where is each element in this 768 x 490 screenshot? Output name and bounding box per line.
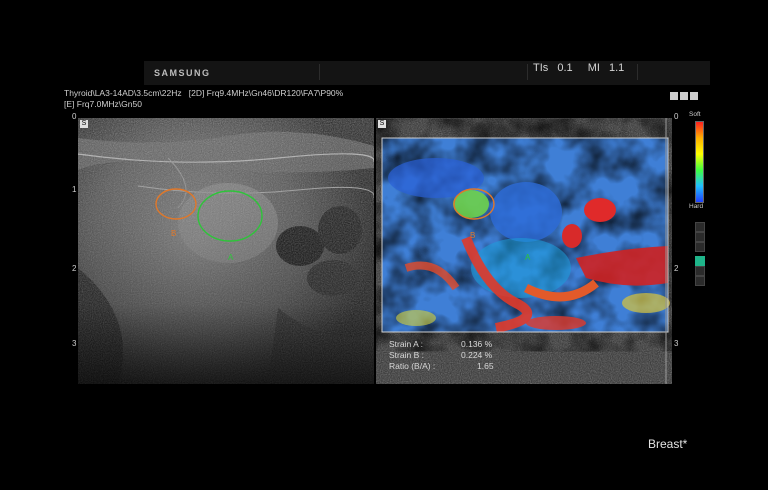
mi-value: 1.1	[609, 62, 625, 74]
strain-b-value: 0.224 %	[461, 350, 493, 360]
strain-a-row: Strain A : 0.136 %	[389, 339, 492, 349]
strain-b-label: Strain B :	[389, 350, 424, 360]
quality-level-indicator	[695, 242, 705, 252]
quality-level-indicator-active	[695, 256, 705, 266]
caption-text: Breast*	[648, 437, 688, 451]
depth-label: 2	[674, 264, 679, 273]
header-divider	[527, 64, 528, 80]
elasticity-color-scale	[695, 121, 704, 203]
ratio-row: Ratio (B/A) : 1.65	[389, 361, 494, 371]
strain-a-value: 0.136 %	[461, 339, 493, 349]
quality-level-indicator	[695, 222, 705, 232]
brand-logo: SAMSUNG	[154, 68, 211, 78]
depth-label: 3	[72, 339, 77, 348]
panel-marker: S	[378, 120, 386, 128]
settings-icon[interactable]	[690, 92, 698, 100]
image-icon[interactable]	[670, 92, 678, 100]
strain-a-label: Strain A :	[389, 339, 424, 349]
header-bar	[144, 61, 710, 85]
panel-marker: S	[80, 120, 88, 128]
quality-level-indicator	[695, 232, 705, 242]
safety-indices: TIs 0.1 MI 1.1	[533, 62, 624, 74]
legend-hard-label: Hard	[689, 203, 704, 210]
ratio-label: Ratio (B/A) :	[389, 361, 436, 371]
acquisition-info-line2: [E] Frq7.0MHz\Gn50	[64, 99, 142, 109]
roi-b-label: B	[171, 229, 177, 238]
quality-level-indicator	[695, 276, 705, 286]
ratio-value: 1.65	[477, 361, 494, 371]
roi-a-label: A	[228, 253, 234, 262]
depth-label: 1	[72, 185, 77, 194]
legend-soft-label: Soft	[689, 111, 701, 118]
bmode-image	[77, 118, 375, 384]
probe-info: Thyroid\LA3-14AD\3.5cm\22Hz	[64, 88, 182, 98]
quality-level-indicator	[695, 266, 705, 276]
toolbar-icons	[670, 92, 698, 100]
depth-label: 0	[674, 112, 679, 121]
tis-label: TIs	[533, 62, 549, 74]
header-divider	[637, 64, 638, 80]
mode-info: [2D] Frq9.4MHz\Gn46\DR120\FA7\P90%	[188, 88, 344, 98]
bmode-image-panel[interactable]	[77, 118, 375, 384]
roi-b-label: B	[470, 231, 476, 240]
tis-value: 0.1	[557, 62, 573, 74]
depth-label: 3	[674, 339, 679, 348]
strain-b-row: Strain B : 0.224 %	[389, 350, 492, 360]
acquisition-info-line1: Thyroid\LA3-14AD\3.5cm\22Hz [2D] Frq9.4M…	[64, 88, 343, 98]
depth-label: 0	[72, 112, 77, 121]
roi-a-label: A	[525, 253, 531, 262]
header-divider	[319, 64, 320, 80]
depth-label: 2	[72, 264, 77, 273]
mi-label: MI	[587, 62, 600, 74]
person-icon[interactable]	[680, 92, 688, 100]
